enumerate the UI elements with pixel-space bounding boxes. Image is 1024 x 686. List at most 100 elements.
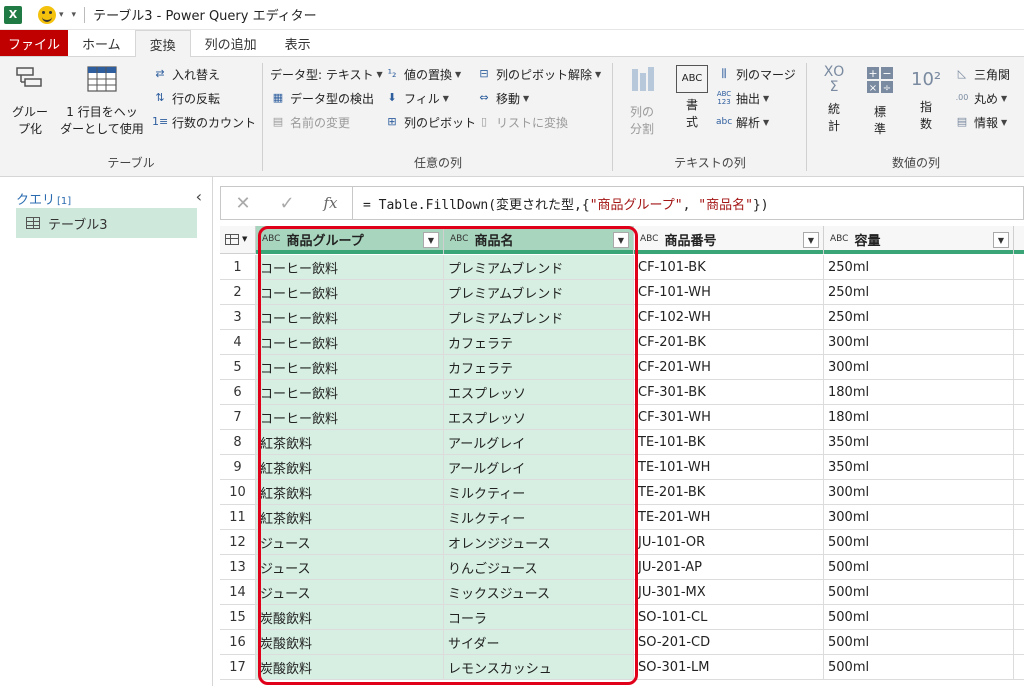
row-number[interactable]: 10 bbox=[220, 480, 256, 505]
commit-formula-icon[interactable]: ✓ bbox=[265, 187, 309, 219]
cell-size[interactable]: 180ml bbox=[824, 380, 1014, 405]
cell-size[interactable]: 350ml bbox=[824, 455, 1014, 480]
cell-next[interactable] bbox=[1014, 255, 1024, 280]
information-button[interactable]: ▤ 情報 ▼ bbox=[954, 111, 1007, 133]
tab-file[interactable]: ファイル bbox=[0, 30, 68, 56]
use-first-row-as-headers-button[interactable]: 1 行目をヘッ ダーとして使用 bbox=[56, 65, 148, 138]
parse-button[interactable]: abc 解析 ▼ bbox=[716, 111, 769, 133]
cell-group[interactable]: コーヒー飲料 bbox=[256, 280, 444, 305]
filter-dropdown-icon[interactable]: ▼ bbox=[613, 232, 629, 248]
replace-values-button[interactable]: ¹₂ 値の置換 ▼ bbox=[384, 63, 462, 85]
cell-code[interactable]: JU-101-OR bbox=[634, 530, 824, 555]
cell-next[interactable] bbox=[1014, 380, 1024, 405]
row-number[interactable]: 6 bbox=[220, 380, 256, 405]
row-number[interactable]: 12 bbox=[220, 530, 256, 555]
cell-size[interactable]: 350ml bbox=[824, 430, 1014, 455]
cell-code[interactable]: CF-101-BK bbox=[634, 255, 824, 280]
cell-group[interactable]: 紅茶飲料 bbox=[256, 480, 444, 505]
quick-access-customize-icon[interactable]: ▾ bbox=[72, 10, 77, 20]
cell-group[interactable]: ジュース bbox=[256, 530, 444, 555]
cell-size[interactable]: 300ml bbox=[824, 330, 1014, 355]
cell-size[interactable]: 500ml bbox=[824, 605, 1014, 630]
standard-button[interactable]: + − × ÷ 標 準 bbox=[860, 65, 900, 138]
cell-code[interactable]: TE-101-WH bbox=[634, 455, 824, 480]
cell-product[interactable]: コーラ bbox=[444, 605, 634, 630]
cell-product[interactable]: ミックスジュース bbox=[444, 580, 634, 605]
cell-code[interactable]: CF-301-WH bbox=[634, 405, 824, 430]
cell-size[interactable]: 250ml bbox=[824, 305, 1014, 330]
rename-button[interactable]: ▤ 名前の変更 bbox=[270, 111, 350, 133]
cell-product[interactable]: エスプレッソ bbox=[444, 405, 634, 430]
formula-input[interactable]: = Table.FillDown(変更された型,{"商品グループ", "商品名"… bbox=[353, 194, 769, 213]
detect-data-type-button[interactable]: ▦ データ型の検出 bbox=[270, 87, 374, 109]
column-header-code[interactable]: ABC 商品番号 ▼ bbox=[634, 226, 824, 254]
cell-size[interactable]: 500ml bbox=[824, 580, 1014, 605]
row-number[interactable]: 5 bbox=[220, 355, 256, 380]
cell-group[interactable]: ジュース bbox=[256, 555, 444, 580]
convert-to-list-button[interactable]: ▯ リストに変換 bbox=[476, 111, 568, 133]
query-item[interactable]: テーブル3 bbox=[16, 208, 197, 238]
row-number[interactable]: 7 bbox=[220, 405, 256, 430]
row-number[interactable]: 4 bbox=[220, 330, 256, 355]
cell-code[interactable]: CF-201-WH bbox=[634, 355, 824, 380]
cell-product[interactable]: カフェラテ bbox=[444, 355, 634, 380]
cell-size[interactable]: 500ml bbox=[824, 555, 1014, 580]
cell-product[interactable]: カフェラテ bbox=[444, 330, 634, 355]
cell-code[interactable]: TE-201-BK bbox=[634, 480, 824, 505]
row-number[interactable]: 9 bbox=[220, 455, 256, 480]
cell-group[interactable]: コーヒー飲料 bbox=[256, 405, 444, 430]
cell-code[interactable]: CF-101-WH bbox=[634, 280, 824, 305]
collapse-pane-icon[interactable]: ‹ bbox=[196, 187, 202, 206]
cell-group[interactable]: コーヒー飲料 bbox=[256, 255, 444, 280]
cell-size[interactable]: 300ml bbox=[824, 505, 1014, 530]
row-number[interactable]: 17 bbox=[220, 655, 256, 680]
cell-product[interactable]: エスプレッソ bbox=[444, 380, 634, 405]
cell-next[interactable] bbox=[1014, 480, 1024, 505]
cell-size[interactable]: 500ml bbox=[824, 530, 1014, 555]
filter-dropdown-icon[interactable]: ▼ bbox=[423, 232, 439, 248]
cell-next[interactable] bbox=[1014, 630, 1024, 655]
cell-group[interactable]: コーヒー飲料 bbox=[256, 305, 444, 330]
cell-code[interactable]: JU-301-MX bbox=[634, 580, 824, 605]
row-number[interactable]: 14 bbox=[220, 580, 256, 605]
cell-group[interactable]: ジュース bbox=[256, 580, 444, 605]
cell-group[interactable]: 紅茶飲料 bbox=[256, 430, 444, 455]
column-header-size[interactable]: ABC 容量 ▼ bbox=[824, 226, 1014, 254]
chevron-down-icon[interactable]: ▾ bbox=[59, 10, 64, 20]
cell-next[interactable] bbox=[1014, 655, 1024, 680]
pivot-column-button[interactable]: ⊞ 列のピボット bbox=[384, 111, 476, 133]
cell-group[interactable]: コーヒー飲料 bbox=[256, 330, 444, 355]
cell-size[interactable]: 180ml bbox=[824, 405, 1014, 430]
reverse-rows-button[interactable]: ⇅ 行の反転 bbox=[152, 87, 220, 109]
fill-button[interactable]: ⬇ フィル ▼ bbox=[384, 87, 449, 109]
cell-group[interactable]: 紅茶飲料 bbox=[256, 505, 444, 530]
transpose-button[interactable]: ⇄ 入れ替え bbox=[152, 63, 220, 85]
feedback-smiley-icon[interactable] bbox=[38, 5, 56, 24]
column-header-group[interactable]: ABC 商品グループ ▼ bbox=[256, 226, 444, 254]
merge-columns-button[interactable]: ⫼ 列のマージ bbox=[716, 63, 795, 85]
statistics-button[interactable]: XΟ Σ 統 計 bbox=[814, 65, 854, 135]
cell-code[interactable]: CF-102-WH bbox=[634, 305, 824, 330]
unpivot-columns-button[interactable]: ⊟ 列のピボット解除 ▼ bbox=[476, 63, 601, 85]
row-number[interactable]: 13 bbox=[220, 555, 256, 580]
cell-next[interactable] bbox=[1014, 455, 1024, 480]
tab-transform[interactable]: 変換 bbox=[134, 30, 191, 57]
row-number[interactable]: 3 bbox=[220, 305, 256, 330]
insert-function-icon[interactable]: fx bbox=[309, 187, 353, 219]
cell-size[interactable]: 500ml bbox=[824, 655, 1014, 680]
format-button[interactable]: ABC 書 式 bbox=[670, 65, 714, 131]
row-number[interactable]: 8 bbox=[220, 430, 256, 455]
row-number[interactable]: 15 bbox=[220, 605, 256, 630]
cell-next[interactable] bbox=[1014, 605, 1024, 630]
cell-group[interactable]: 紅茶飲料 bbox=[256, 455, 444, 480]
split-column-button[interactable]: 列の 分割 bbox=[620, 65, 664, 138]
cell-size[interactable]: 250ml bbox=[824, 255, 1014, 280]
text-type-icon[interactable]: ABC bbox=[262, 235, 280, 244]
row-number[interactable]: 11 bbox=[220, 505, 256, 530]
cell-product[interactable]: ミルクティー bbox=[444, 505, 634, 530]
cell-group[interactable]: コーヒー飲料 bbox=[256, 380, 444, 405]
column-header-product[interactable]: ABC 商品名 ▼ bbox=[444, 226, 634, 254]
cell-next[interactable] bbox=[1014, 330, 1024, 355]
cell-next[interactable] bbox=[1014, 355, 1024, 380]
cell-product[interactable]: アールグレイ bbox=[444, 455, 634, 480]
